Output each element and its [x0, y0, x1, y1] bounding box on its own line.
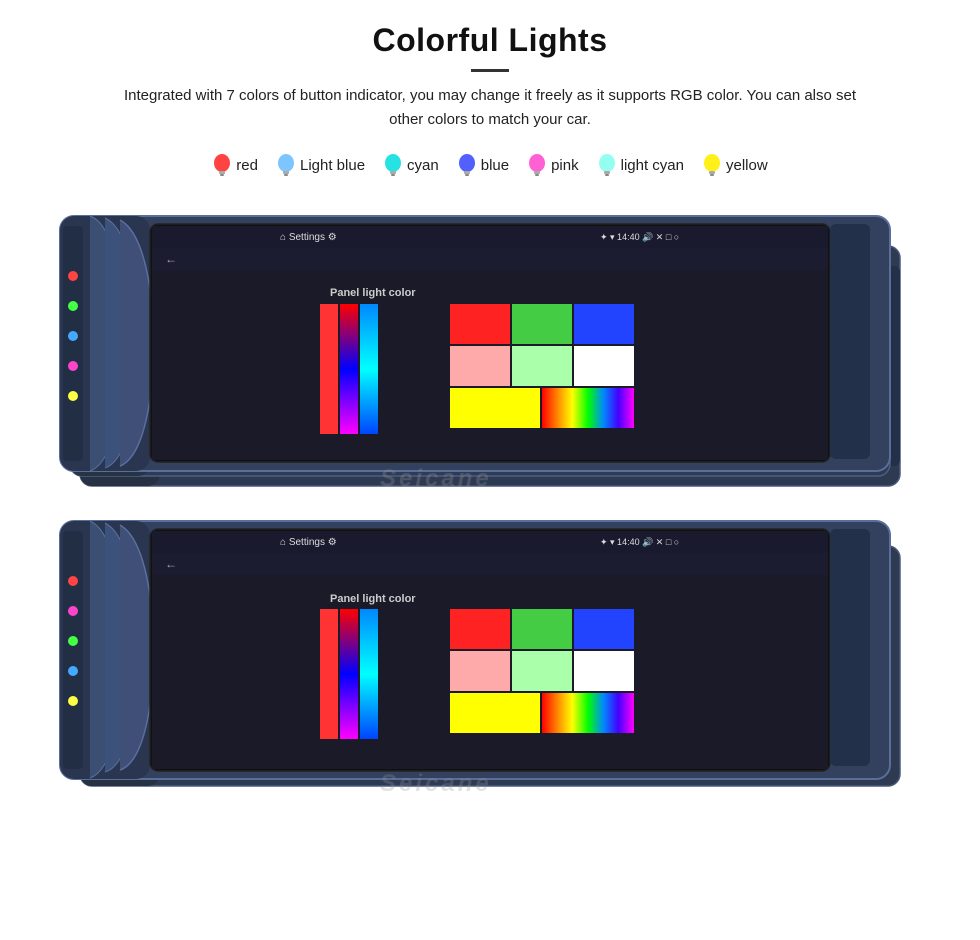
svg-text:✦ ▾ 14:40 🔊 ✕ □ ○: ✦ ▾ 14:40 🔊 ✕ □ ○: [600, 536, 679, 548]
page-container: { "header": { "title": "Colorful Lights"…: [0, 0, 980, 940]
color-label-yellow: yellow: [726, 157, 768, 174]
device-svg-2: ⌂ Settings ⚙ ✦ ▾ 14:40 🔊 ✕ □ ○ ← Panel l…: [0, 506, 980, 816]
svg-text:Panel light color: Panel light color: [330, 287, 416, 299]
description: Integrated with 7 colors of button indic…: [110, 84, 870, 132]
color-item-lightblue: Light blue: [276, 152, 365, 178]
svg-text:Panel light color: Panel light color: [330, 593, 416, 605]
device-group-1: ⌂ Settings ⚙ ✦ ▾ 14:40 🔊 ✕ □ ○ ← Panel l…: [0, 196, 980, 516]
color-item-pink: pink: [527, 152, 579, 178]
color-label-pink: pink: [551, 157, 579, 174]
color-item-blue: blue: [457, 152, 509, 178]
header: Colorful Lights Integrated with 7 colors…: [0, 0, 980, 152]
bulb-icon-cyan: [383, 152, 403, 178]
device-svg-1: ⌂ Settings ⚙ ✦ ▾ 14:40 🔊 ✕ □ ○ ← Panel l…: [0, 196, 980, 516]
color-item-cyan: cyan: [383, 152, 439, 178]
color-item-red: red: [212, 152, 258, 178]
device-group-2: ⌂ Settings ⚙ ✦ ▾ 14:40 🔊 ✕ □ ○ ← Panel l…: [0, 506, 980, 816]
bulb-icon-lightblue: [276, 152, 296, 178]
color-item-yellow: yellow: [702, 152, 768, 178]
svg-text:⌂ Settings ⚙: ⌂ Settings ⚙: [280, 537, 337, 548]
bulb-icon-blue: [457, 152, 477, 178]
svg-text:←: ←: [165, 252, 177, 266]
color-item-lightcyan: light cyan: [597, 152, 684, 178]
bulb-icon-red: [212, 152, 232, 178]
bulb-icon-pink: [527, 152, 547, 178]
color-label-blue: blue: [481, 157, 509, 174]
bulb-icon-yellow: [702, 152, 722, 178]
color-row: red Light blue cyan: [0, 152, 980, 178]
title-divider: [471, 69, 509, 72]
color-label-lightcyan: light cyan: [621, 157, 684, 174]
bulb-icon-lightcyan: [597, 152, 617, 178]
color-label-lightblue: Light blue: [300, 157, 365, 174]
svg-text:Seicane: Seicane: [380, 465, 492, 492]
svg-text:⌂ Settings ⚙: ⌂ Settings ⚙: [280, 232, 337, 243]
color-label-red: red: [236, 157, 258, 174]
svg-text:Seicane: Seicane: [380, 770, 492, 797]
svg-text:←: ←: [165, 557, 177, 571]
page-title: Colorful Lights: [0, 22, 980, 59]
svg-text:✦ ▾ 14:40 🔊 ✕ □ ○: ✦ ▾ 14:40 🔊 ✕ □ ○: [600, 231, 679, 243]
color-label-cyan: cyan: [407, 157, 439, 174]
